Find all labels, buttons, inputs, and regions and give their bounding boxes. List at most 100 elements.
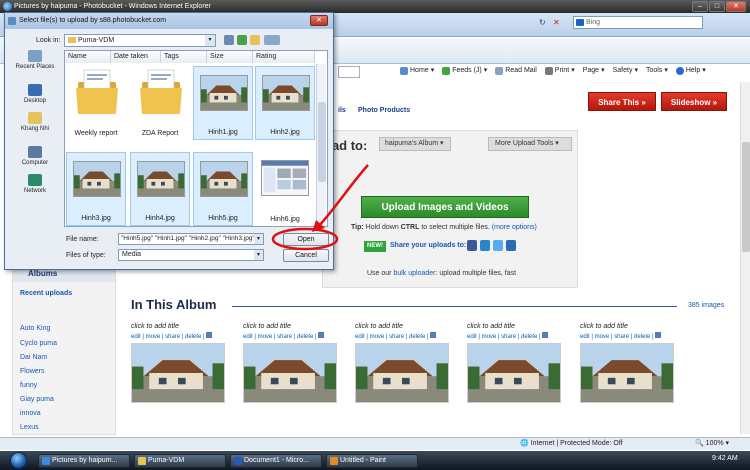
more-upload-tools-menu[interactable]: More Upload Tools ▾: [488, 137, 572, 151]
file-type-select[interactable]: Media ▾: [118, 249, 264, 261]
photo-title-placeholder[interactable]: click to add title: [355, 323, 455, 330]
search-input[interactable]: Bing: [573, 16, 703, 29]
photo-info-icon[interactable]: [318, 332, 325, 338]
dialog-close-button[interactable]: ✕: [310, 15, 328, 26]
help-menu[interactable]: Help ▾: [675, 64, 706, 78]
photo-title-placeholder[interactable]: click to add title: [580, 323, 680, 330]
open-button[interactable]: Open: [283, 233, 329, 246]
album-photo-thumbnail[interactable]: [355, 343, 449, 403]
minimize-button[interactable]: –: [692, 1, 708, 12]
subnav-item-details[interactable]: ils: [338, 107, 346, 114]
up-folder-icon[interactable]: [237, 35, 247, 45]
column-tags[interactable]: Tags: [161, 51, 207, 63]
maximize-button[interactable]: □: [709, 1, 725, 12]
share-this-button[interactable]: Share This »: [588, 92, 656, 111]
close-button[interactable]: ✕: [726, 1, 746, 12]
file-item[interactable]: Hinh1.jpg: [193, 66, 253, 140]
column-size[interactable]: Size: [207, 51, 253, 63]
place-network[interactable]: Network: [10, 174, 60, 194]
album-photo-thumbnail[interactable]: [131, 343, 225, 403]
upload-images-button[interactable]: Upload Images and Videos: [361, 196, 529, 218]
place-desktop[interactable]: Desktop: [10, 84, 60, 104]
feeds-button[interactable]: Feeds (J) ▾: [442, 64, 487, 78]
read-mail-button[interactable]: Read Mail: [495, 64, 537, 78]
album-select[interactable]: haipuma's Album ▾: [379, 137, 451, 151]
taskbar-clock[interactable]: 9:42 AM: [712, 455, 738, 462]
photo-actions[interactable]: edit | move | share | delete |: [131, 332, 231, 340]
folder-item[interactable]: Weekly report: [66, 66, 126, 140]
start-button[interactable]: [10, 452, 27, 469]
album-photo-card[interactable]: click to add title edit | move | share | …: [131, 323, 231, 409]
photo-title-placeholder[interactable]: click to add title: [243, 323, 343, 330]
place-user[interactable]: Khang Nhi: [10, 112, 60, 132]
refresh-icon[interactable]: ↻: [539, 18, 546, 27]
file-item[interactable]: Hinh6.jpg: [255, 152, 315, 226]
column-rating[interactable]: Rating: [253, 51, 315, 63]
album-photo-card[interactable]: click to add title edit | move | share | …: [467, 323, 567, 409]
slideshow-button[interactable]: Slideshow »: [661, 92, 727, 111]
photo-info-icon[interactable]: [430, 332, 437, 338]
file-item[interactable]: Hinh5.jpg: [193, 152, 253, 226]
album-link[interactable]: Auto King: [20, 325, 50, 332]
more-options-link[interactable]: (more options): [492, 224, 537, 231]
taskbar-item-folder[interactable]: Puma-VDM: [134, 454, 226, 468]
album-photo-card[interactable]: click to add title edit | move | share | …: [580, 323, 680, 409]
home-button[interactable]: Home ▾: [400, 64, 434, 78]
facebook-icon[interactable]: [467, 240, 477, 251]
print-button[interactable]: Print ▾: [544, 64, 575, 78]
bulk-uploader-link[interactable]: bulk uploader: [393, 270, 435, 277]
album-link[interactable]: Giay puma: [20, 396, 54, 403]
recent-uploads-link[interactable]: Recent uploads: [20, 290, 72, 297]
file-list-scrollbar[interactable]: [316, 64, 326, 226]
cancel-button[interactable]: Cancel: [283, 249, 329, 262]
file-item[interactable]: Hinh3.jpg: [66, 152, 126, 226]
page-menu[interactable]: Page ▾: [583, 64, 605, 78]
twitter-icon[interactable]: [493, 240, 503, 251]
album-link[interactable]: Cyclo puma: [20, 340, 57, 347]
album-photo-thumbnail[interactable]: [580, 343, 674, 403]
taskbar-item-word[interactable]: Document1 - Micro...: [230, 454, 322, 468]
page-tab[interactable]: [338, 66, 360, 78]
file-name-input[interactable]: "Hinh5.jpg" "Hinh1.jpg" "Hinh2.jpg" "Hin…: [118, 233, 264, 245]
taskbar-item-paint[interactable]: Untitled - Paint: [326, 454, 418, 468]
place-computer[interactable]: Computer: [10, 146, 60, 166]
album-image-count[interactable]: 385 images: [688, 302, 724, 309]
views-menu-icon[interactable]: [264, 35, 280, 45]
file-item[interactable]: Hinh4.jpg: [130, 152, 190, 226]
column-name[interactable]: Name: [65, 51, 111, 63]
photo-title-placeholder[interactable]: click to add title: [467, 323, 567, 330]
photo-actions[interactable]: edit | move | share | delete |: [580, 332, 680, 340]
album-photo-thumbnail[interactable]: [467, 343, 561, 403]
album-link[interactable]: innova: [20, 410, 41, 417]
blogger-icon[interactable]: [506, 240, 516, 251]
myspace-icon[interactable]: [480, 240, 490, 251]
folder-item[interactable]: ZDA Report: [130, 66, 190, 140]
photo-title-placeholder[interactable]: click to add title: [131, 323, 231, 330]
album-link[interactable]: Flowers: [20, 368, 45, 375]
tools-menu[interactable]: Tools ▾: [646, 64, 668, 78]
photo-info-icon[interactable]: [655, 332, 662, 338]
album-link[interactable]: Lexus: [20, 424, 39, 431]
page-scrollbar[interactable]: [740, 82, 750, 434]
album-photo-card[interactable]: click to add title edit | move | share | …: [355, 323, 455, 409]
photo-info-icon[interactable]: [206, 332, 213, 338]
new-folder-icon[interactable]: [250, 35, 260, 45]
look-in-select[interactable]: Puma-VDM ▾: [64, 34, 216, 47]
photo-actions[interactable]: edit | move | share | delete |: [355, 332, 455, 340]
album-photo-thumbnail[interactable]: [243, 343, 337, 403]
album-link[interactable]: funny: [20, 382, 37, 389]
zoom-level[interactable]: 🔍 100% ▾: [695, 438, 729, 449]
stop-icon[interactable]: ✕: [553, 18, 560, 27]
file-item[interactable]: Hinh2.jpg: [255, 66, 315, 140]
taskbar-item-ie[interactable]: Pictures by haipum...: [38, 454, 130, 468]
photo-info-icon[interactable]: [542, 332, 549, 338]
column-date-taken[interactable]: Date taken: [111, 51, 161, 63]
back-icon[interactable]: [224, 35, 234, 45]
photo-actions[interactable]: edit | move | share | delete |: [243, 332, 343, 340]
place-recent[interactable]: Recent Places: [10, 50, 60, 70]
photo-actions[interactable]: edit | move | share | delete |: [467, 332, 567, 340]
album-photo-card[interactable]: click to add title edit | move | share | …: [243, 323, 343, 409]
safety-menu[interactable]: Safety ▾: [613, 64, 638, 78]
album-link[interactable]: Dai Nam: [20, 354, 47, 361]
subnav-item-photo-products[interactable]: Photo Products: [358, 107, 410, 114]
